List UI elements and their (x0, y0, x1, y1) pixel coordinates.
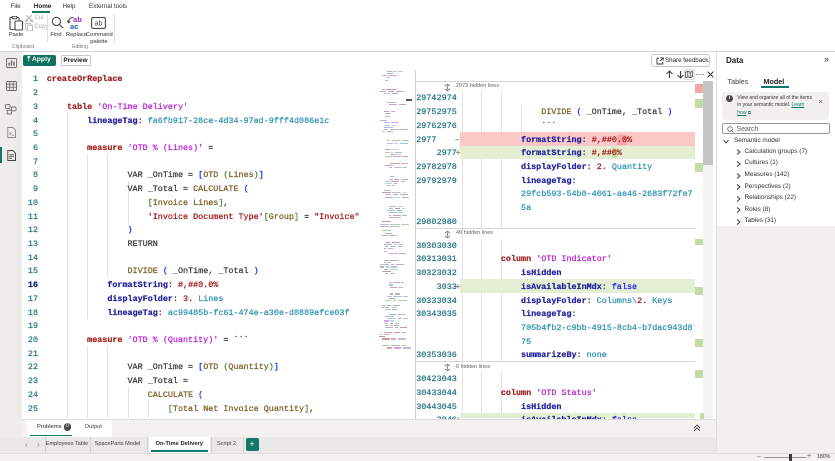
svg-text:ab: ab (95, 20, 103, 27)
